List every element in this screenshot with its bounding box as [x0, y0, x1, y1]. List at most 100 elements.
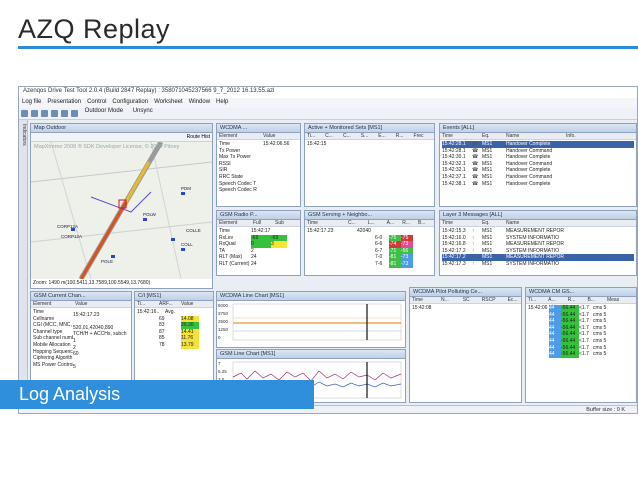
- menu-item[interactable]: Worksheet: [154, 99, 183, 105]
- radio-param-row[interactable]: RxQual 0 3: [219, 241, 298, 248]
- wcdma-pane: WCDMA ... Element Value Time 15:42:06.56 T…: [216, 123, 301, 207]
- active-sets-pane: Active + Monitored Sets [MS1] Ti... C... C…: [304, 123, 435, 207]
- step-icon[interactable]: [61, 110, 68, 117]
- y-tick-label: 5000: [218, 303, 229, 308]
- map-pane: Map Outdoor Route Hist MapXtreme 2008 ® …: [30, 123, 213, 289]
- l3-message-row[interactable]: 15:42:15.3 ↑ MS1 MEASUREMENT REPOR: [442, 228, 634, 235]
- menu-item[interactable]: Help: [216, 99, 228, 105]
- channel-param-row[interactable]: MS Power Control5: [33, 362, 129, 371]
- wcdma-line-chart: 5000 3750 2500 1250 0: [218, 303, 402, 341]
- event-row[interactable]: 15:42:32.1 ☎ MS1 Handover Complete: [442, 167, 634, 174]
- event-row[interactable]: 15:42:28.1 ☎ MS1 Handover Command: [442, 148, 634, 155]
- toolbar: Outdoor Mode Unsync: [19, 108, 637, 120]
- pause-icon[interactable]: [41, 110, 48, 117]
- cell-label: CORP12A: [61, 234, 83, 239]
- ci-row[interactable]: 69 14.08: [137, 315, 211, 323]
- gsm-radio-pane: GSM Radio P... Element Full Sub Time 15:42:…: [216, 210, 301, 276]
- cm-row[interactable]: 44 -56.44 <1.7 cms 5: [549, 305, 606, 312]
- wcdma-line-chart-pane: WCDMA Line Chart [MS1] 5000 3750 2500 12…: [216, 291, 406, 348]
- gsm-serving-pane: GSM Serving + Neighbo... Time C... L... A..…: [304, 210, 435, 276]
- l3-message-row[interactable]: 15:42:17.2 ↑ MS1 SYSTEM INFORMATIO: [442, 248, 634, 255]
- cm-row[interactable]: 44 -56.44 <1.7 cms 5: [549, 311, 606, 319]
- channel-param-row[interactable]: CGI (MCC, MNC,520,01,42040,890: [33, 322, 129, 331]
- cm-row[interactable]: 44 -56.44 <1.7 cms 5: [549, 331, 606, 338]
- menu-item[interactable]: Configuration: [112, 99, 148, 105]
- ci-row[interactable]: 83 20.30: [137, 322, 211, 329]
- slide-title: AZQ Replay: [18, 14, 171, 44]
- cell-label: POLW: [143, 212, 156, 217]
- neighbor-row[interactable]: 7-6 -81 -73: [375, 260, 432, 268]
- route-history-button[interactable]: Route Hist: [187, 134, 210, 140]
- menu-bar: Log file Presentation Control Configuration…: [19, 98, 637, 108]
- indicators-tab[interactable]: Indicators: [19, 120, 28, 410]
- map-canvas[interactable]: MapXtreme 2008 ® SDK Developer License, …: [31, 142, 212, 279]
- cell-label: COLLE: [186, 228, 201, 233]
- map-watermark: MapXtreme 2008 ® SDK Developer License, …: [34, 144, 180, 150]
- stop-icon[interactable]: [51, 110, 58, 117]
- open-icon[interactable]: [21, 110, 28, 117]
- channel-param-row[interactable]: Mobile Allocation 2: [33, 342, 129, 351]
- y-tick-label: 5.25: [218, 369, 227, 374]
- map-zoom-status: Zoom: 1490 m(100.5411,13.7589,100.5549,1…: [33, 280, 151, 286]
- title-underline: [18, 46, 638, 49]
- map-title: Map Outdoor: [31, 124, 212, 133]
- channel-param-row[interactable]: Time 15:42:17.23: [33, 309, 129, 318]
- event-row[interactable]: 15:42:32.1 ☎ MS1 Handover Command: [442, 161, 634, 168]
- app-screenshot: Azenqos Drive Test Tool 2.0.4 (Build 284…: [18, 86, 638, 414]
- y-tick-label: 7: [218, 361, 221, 366]
- menu-item[interactable]: Log file: [22, 99, 41, 105]
- channel-param-row[interactable]: Channel type TCH/H + ACCHs, subch: [33, 329, 129, 338]
- log-analysis-label: Log Analysis: [0, 380, 314, 409]
- cell-label: COLL: [181, 242, 193, 247]
- cm-row[interactable]: 44 -56.44 <1.7 cms 5: [549, 344, 606, 352]
- cm-row[interactable]: 44 -56.44 <1.7 cms 5: [549, 318, 606, 325]
- y-tick-label: 0: [218, 335, 221, 340]
- play-icon[interactable]: [31, 110, 38, 117]
- ci-row[interactable]: 85 11.76: [137, 335, 211, 342]
- outdoor-mode-button[interactable]: Outdoor Mode: [85, 108, 123, 114]
- radio-param-row[interactable]: RLT (Max) 24: [219, 254, 298, 261]
- ci-row[interactable]: 78 13.79: [137, 341, 211, 349]
- radio-param-row[interactable]: Time 15:42:17: [219, 228, 298, 235]
- l3-message-row[interactable]: 15:42:16.8 ↑ MS1 MEASUREMENT REPOR: [442, 241, 634, 248]
- event-row[interactable]: 15:42:37.1 ☎ MS1 Handover Command: [442, 174, 634, 181]
- y-tick-label: 2500: [218, 319, 229, 324]
- ci-row[interactable]: 87 14.41: [137, 328, 211, 336]
- map-roads: [31, 142, 212, 279]
- cell-label: PDM: [181, 186, 191, 191]
- cm-row[interactable]: 44 -56.44 <1.7 cms 5: [549, 351, 606, 358]
- map-icon[interactable]: [71, 110, 78, 117]
- radio-param-row[interactable]: RxLev -69 -69: [219, 234, 298, 242]
- wcdma-title: WCDMA ...: [217, 124, 300, 133]
- cm-row[interactable]: 44 -56.44 <1.7 cms 5: [549, 337, 606, 345]
- events-pane: Events [ALL] Time Eq. Name Info. 15:42:28.1…: [439, 123, 637, 207]
- buffer-size: Buffer size : 0 K: [586, 407, 625, 413]
- neighbor-row[interactable]: 6-6 -74 -73: [375, 241, 432, 248]
- wcdma-cm-pane: WCDMA CM GS... Ti... A... R... B... Meas 15:…: [525, 287, 637, 403]
- unsync-button[interactable]: Unsync: [133, 108, 153, 114]
- y-tick-label: 3750: [218, 311, 229, 316]
- channel-param-row[interactable]: Ciphering Algorith: [33, 355, 129, 362]
- y-tick-label: 1250: [218, 327, 229, 332]
- neighbor-row[interactable]: 6-0 -75 -75: [375, 234, 432, 242]
- pilot-polluting-pane: WCDMA Pilot Polluting Ce... Time N... SC RS…: [409, 287, 522, 403]
- l3-message-row[interactable]: 15:42:17.2 ↑ MS1 MEASUREMENT REPOR: [442, 254, 634, 261]
- l3-message-row[interactable]: 15:42:17.3 ↑ MS1 SYSTEM INFORMATIO: [442, 261, 634, 268]
- event-row[interactable]: 15:42:28.1 ☎ MS1 Handover Complete: [442, 141, 634, 148]
- radio-param-row[interactable]: RLT (Current) 24: [219, 261, 298, 268]
- neighbor-row[interactable]: 7-0 -81 -73: [375, 254, 432, 261]
- menu-item[interactable]: Control: [87, 99, 106, 105]
- l3-message-row[interactable]: 15:42:16.0 ↑ MS1 SYSTEM INFORMATIO: [442, 235, 634, 242]
- cell-label: CORP12A: [57, 224, 79, 229]
- layer3-pane: Layer 3 Messages [ALL] Time Eq. Name 15:42…: [439, 210, 637, 276]
- radio-param-row[interactable]: TA 2: [219, 248, 298, 255]
- menu-item[interactable]: Window: [189, 99, 210, 105]
- event-row[interactable]: 15:42:30.1 ☎ MS1 Handover Complete: [442, 154, 634, 161]
- cm-row[interactable]: 44 -56.44 <1.7 cms 5: [549, 324, 606, 332]
- neighbor-row[interactable]: 6-7 -71 -56: [375, 247, 432, 255]
- window-title: Azenqos Drive Test Tool 2.0.4 (Build 284…: [19, 87, 637, 98]
- menu-item[interactable]: Presentation: [47, 99, 81, 105]
- event-row[interactable]: 15:42:38.1 ☎ MS1 Handover Complete: [442, 181, 634, 188]
- channel-param-row[interactable]: Hopping Sequenc60: [33, 349, 129, 358]
- cell-label: POLE: [101, 259, 114, 264]
